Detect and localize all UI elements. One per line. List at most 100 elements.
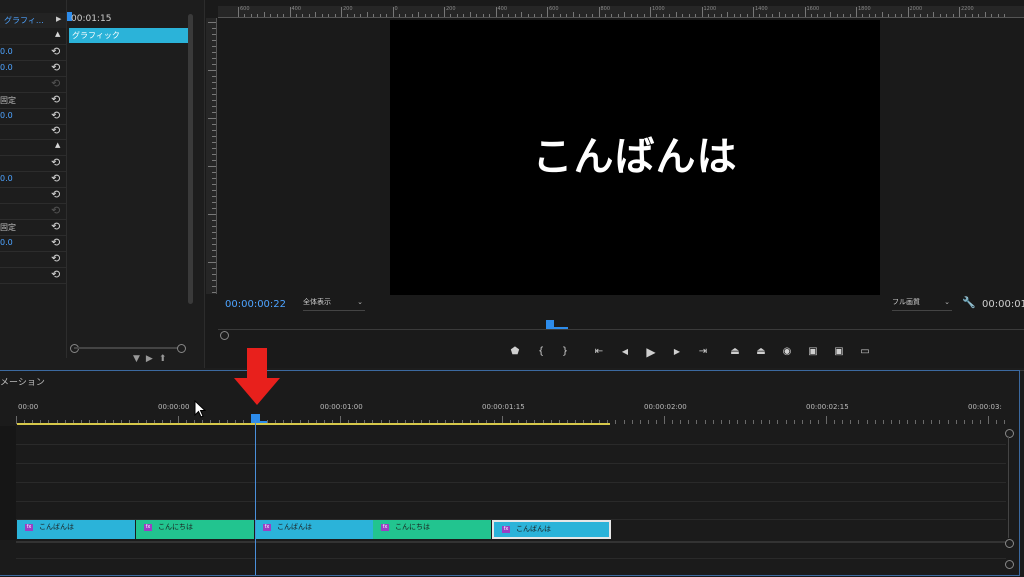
lift-icon[interactable]: ⏏	[725, 343, 745, 361]
timeline-clip[interactable]: fx こんにちは	[373, 520, 492, 539]
export-icon[interactable]: ⬆	[159, 354, 173, 364]
effect-property-row[interactable]: 0.0 ⟲	[0, 108, 66, 125]
zoom-level-select[interactable]: 全体表示 ⌄	[303, 297, 365, 311]
effect-property-row[interactable]: 0.0 ⟲	[0, 171, 66, 189]
graphic-clip-bar[interactable]: グラフィック	[69, 28, 189, 43]
wrench-icon[interactable]: 🔧	[962, 296, 976, 309]
reset-parameter-icon[interactable]: ⟲	[51, 252, 60, 265]
reset-parameter-icon[interactable]: ⟲	[51, 93, 60, 106]
ruler-label: 2200	[961, 6, 974, 12]
playhead-timecode[interactable]: 00:00:00:22	[225, 299, 286, 310]
effect-property-row[interactable]: ⟲	[0, 251, 66, 268]
property-value[interactable]: 0.0	[0, 174, 13, 183]
effect-controls-zoom-bar[interactable]	[70, 344, 186, 353]
reset-parameter-icon[interactable]: ⟲	[51, 109, 60, 122]
effect-property-row[interactable]: ⟲	[0, 187, 66, 204]
effect-controls-clip-name[interactable]: グラフィ…	[4, 15, 44, 26]
audio-vscroll-handle[interactable]	[1005, 560, 1014, 569]
property-value[interactable]: 0.0	[0, 111, 13, 120]
ruler-minor-tick	[920, 14, 922, 17]
fx-badge-icon[interactable]: fx	[381, 524, 389, 531]
collapse-arrow-icon[interactable]: ▲	[55, 141, 60, 149]
reset-parameter-icon[interactable]: ⟲	[51, 188, 60, 201]
reset-parameter-icon[interactable]: ⟲	[51, 172, 60, 185]
effect-property-row[interactable]: 0.0 ⟲	[0, 60, 66, 77]
ruler-minor-tick	[836, 14, 838, 17]
effect-property-row[interactable]: 0.0 ⟲	[0, 44, 66, 61]
play-icon[interactable]: ▶	[641, 343, 661, 361]
reset-parameter-icon[interactable]: ⟲	[51, 61, 60, 74]
reset-parameter-icon[interactable]: ⟲	[51, 124, 60, 137]
timeline-vscroll-handle-top[interactable]	[1005, 429, 1014, 438]
play-audio-icon[interactable]: ▶	[146, 354, 159, 364]
extract-icon[interactable]: ⏏	[751, 343, 771, 361]
effect-property-row[interactable]: ⟲	[0, 267, 66, 284]
ruler-minor-tick	[514, 14, 516, 17]
program-playhead[interactable]	[546, 320, 554, 327]
ruler-minor-tick	[759, 14, 761, 17]
timeline-tick	[720, 420, 722, 424]
ruler-tick	[212, 280, 216, 281]
effect-property-row[interactable]: ⟲	[0, 76, 66, 93]
effect-property-row[interactable]: 固定 ⟲	[0, 92, 66, 109]
timeline-tick	[728, 420, 730, 424]
effect-property-row[interactable]: ▲	[0, 139, 66, 157]
scrubber-zoom-handle[interactable]	[220, 331, 229, 340]
timeline-playhead-line[interactable]	[255, 421, 256, 576]
export-frame-icon[interactable]: ◉	[777, 343, 797, 361]
out-point-icon[interactable]: }	[555, 343, 575, 361]
timeline-vscroll-handle-bottom[interactable]	[1005, 539, 1014, 548]
zoom-handle-right[interactable]	[177, 344, 186, 353]
timeline-vscroll-track[interactable]	[1008, 436, 1009, 538]
property-value[interactable]: 0.0	[0, 47, 13, 56]
reset-parameter-icon[interactable]: ⟲	[51, 268, 60, 281]
fx-badge-icon[interactable]: fx	[25, 524, 33, 531]
ruler-minor-tick	[901, 14, 903, 17]
effect-property-row[interactable]: ▲	[0, 28, 66, 45]
effect-property-row[interactable]: 固定 ⟲	[0, 219, 66, 236]
timeline-playhead[interactable]	[251, 414, 260, 421]
overwrite-icon[interactable]: ▣	[829, 343, 849, 361]
timeline-clip[interactable]: fx こんにちは	[136, 520, 255, 539]
reset-parameter-icon[interactable]: ⟲	[51, 77, 60, 90]
timeline-clip[interactable]: fx こんばんは	[17, 520, 136, 539]
go-to-in-icon[interactable]: ⇤	[589, 343, 609, 361]
fx-badge-icon[interactable]: fx	[502, 526, 510, 533]
insert-icon[interactable]: ▣	[803, 343, 823, 361]
effect-property-row[interactable]: ⟲	[0, 123, 66, 141]
reset-parameter-icon[interactable]: ⟲	[51, 156, 60, 169]
property-value[interactable]: 0.0	[0, 63, 13, 72]
ruler-minor-tick	[894, 14, 896, 17]
effect-property-row[interactable]: 0.0 ⟲	[0, 235, 66, 252]
video-title-text[interactable]: こんばんは	[390, 20, 880, 295]
timeline-clip[interactable]: fx こんばんは	[255, 520, 374, 539]
in-point-icon[interactable]: {	[531, 343, 551, 361]
timeline-tick	[931, 420, 933, 424]
ruler-minor-tick	[398, 14, 400, 17]
timeline-clip[interactable]: fx こんばんは	[492, 520, 611, 539]
reset-parameter-icon[interactable]: ⟲	[51, 236, 60, 249]
reset-parameter-icon[interactable]: ⟲	[51, 220, 60, 233]
effect-property-row[interactable]: ⟲	[0, 155, 66, 173]
collapse-arrow-icon[interactable]: ▲	[55, 30, 60, 38]
comparison-view-icon[interactable]: ▭	[855, 343, 875, 361]
property-value[interactable]: 0.0	[0, 238, 13, 247]
marker-icon[interactable]: ⬟	[505, 343, 525, 361]
timeline-tick	[753, 420, 755, 424]
fx-badge-icon[interactable]: fx	[144, 524, 152, 531]
reset-parameter-icon[interactable]: ⟲	[51, 45, 60, 58]
filter-icon[interactable]: ▼	[133, 354, 146, 364]
effect-controls-scrollbar[interactable]	[188, 14, 193, 304]
sequence-tab-title[interactable]: メーション	[0, 375, 45, 388]
fx-badge-icon[interactable]: fx	[263, 524, 271, 531]
expand-arrow-icon[interactable]: ▶	[56, 15, 61, 23]
go-to-out-icon[interactable]: ⇥	[693, 343, 713, 361]
step-back-icon[interactable]: ◀	[615, 343, 635, 361]
step-forward-icon[interactable]: ▶	[667, 343, 687, 361]
playback-quality-select[interactable]: フル画質 ⌄	[892, 297, 952, 311]
work-area-bar[interactable]	[17, 423, 610, 425]
reset-parameter-icon[interactable]: ⟲	[51, 204, 60, 217]
video-frame[interactable]: こんばんは	[390, 20, 880, 295]
program-scrubber[interactable]	[218, 318, 1024, 332]
effect-property-row[interactable]: ⟲	[0, 203, 66, 220]
